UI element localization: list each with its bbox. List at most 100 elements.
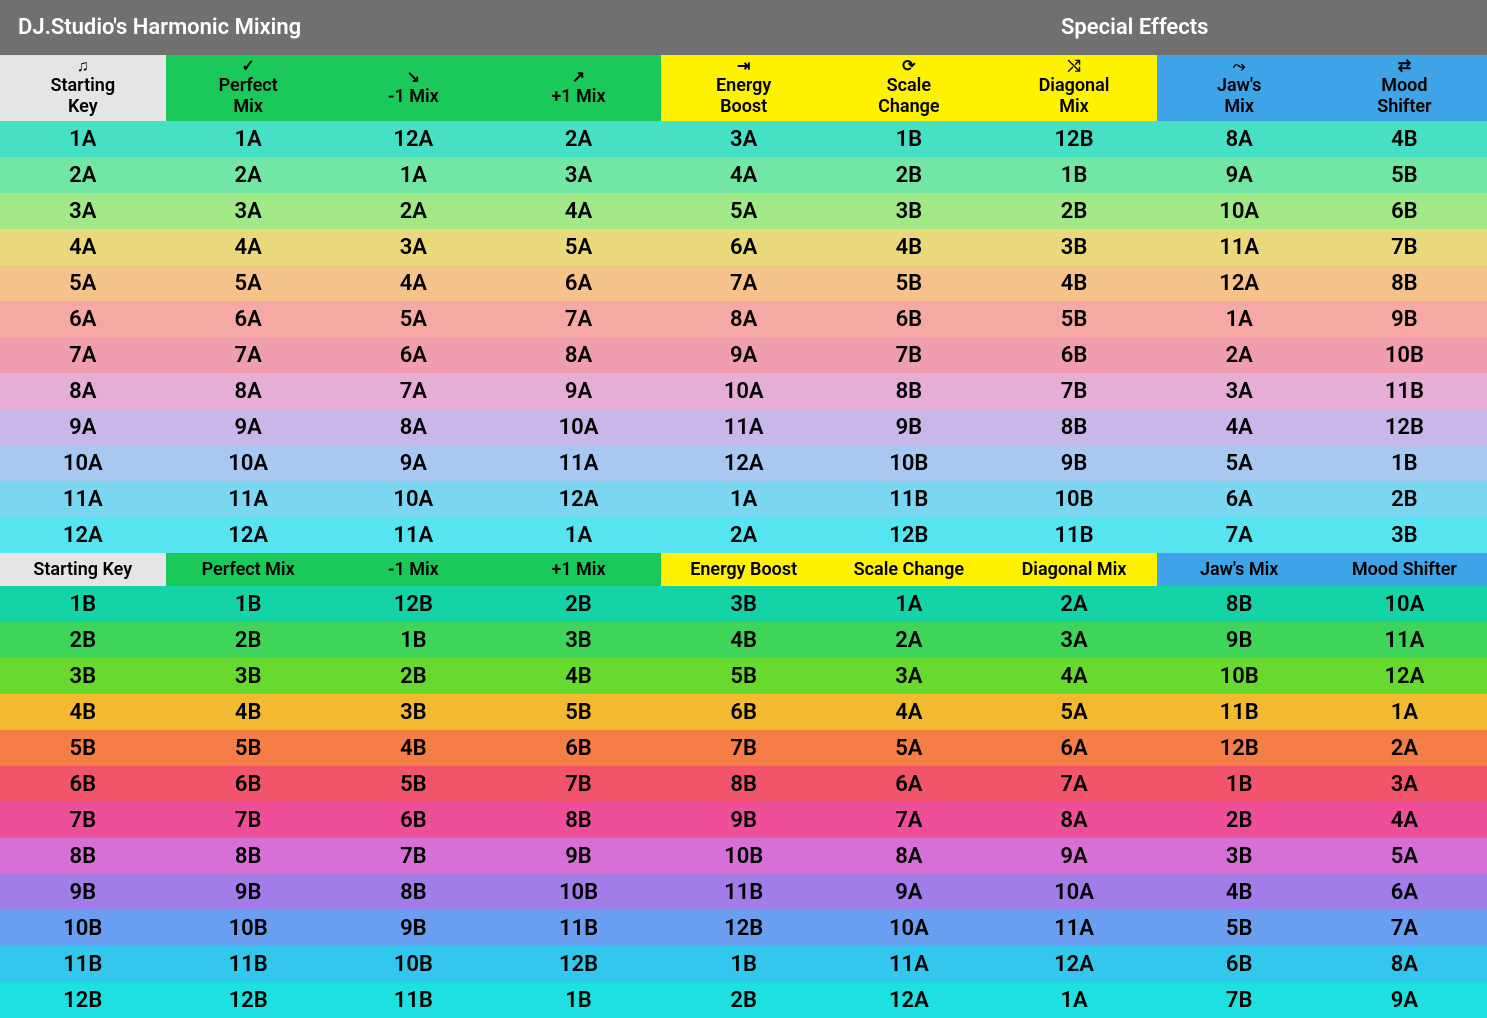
cell: 1A [991, 982, 1156, 1018]
title-bar: DJ.Studio's Harmonic Mixing Special Effe… [0, 0, 1487, 55]
cell: 4A [1157, 409, 1322, 445]
cell: 8B [1322, 265, 1487, 301]
cell: 4B [166, 694, 331, 730]
cell: 4B [331, 730, 496, 766]
column-header: ✓Perfect Mix [166, 55, 331, 121]
cell: 6B [166, 766, 331, 802]
cell: 7A [166, 337, 331, 373]
cell: 9A [1322, 982, 1487, 1018]
cell: 5B [0, 730, 166, 766]
cell: 7A [991, 766, 1156, 802]
column-icon: ⤭ [1068, 58, 1081, 74]
cell: 11A [826, 946, 991, 982]
cell: 10B [331, 946, 496, 982]
cell: 9B [331, 910, 496, 946]
cell: 1B [496, 982, 661, 1018]
cell: 5B [1157, 910, 1322, 946]
cell: 3B [661, 586, 826, 622]
cell: 1A [1322, 694, 1487, 730]
cell: 9B [826, 409, 991, 445]
cell: 8A [1322, 946, 1487, 982]
cell: 2A [1322, 730, 1487, 766]
table-row: 3A3A2A4A5A3B2B10A6B [0, 193, 1487, 229]
cell: 4A [166, 229, 331, 265]
cell: 10B [826, 445, 991, 481]
cell: 10A [826, 910, 991, 946]
cell: 5A [661, 193, 826, 229]
cell: 6A [496, 265, 661, 301]
cell: 4B [826, 229, 991, 265]
cell: 2B [1322, 481, 1487, 517]
table-row: 10B10B9B11B12B10A11A5B7A [0, 910, 1487, 946]
column-header: ⇄Mood Shifter [1322, 55, 1487, 121]
cell: 8A [661, 301, 826, 337]
table-row: 1A1A12A2A3A1B12B8A4B [0, 121, 1487, 157]
cell: 8A [331, 409, 496, 445]
cell: 1B [661, 946, 826, 982]
cell: 8B [661, 766, 826, 802]
column-label: Energy Boost [716, 76, 771, 117]
cell: 1B [991, 157, 1156, 193]
cell: 1A [496, 517, 661, 553]
cell: 7B [0, 802, 166, 838]
cell: 4A [331, 265, 496, 301]
cell: 4B [661, 622, 826, 658]
cell: 4B [496, 658, 661, 694]
cell: 12B [331, 586, 496, 622]
table-row: 2B2B1B3B4B2A3A9B11A [0, 622, 1487, 658]
cell: 4A [826, 694, 991, 730]
cell: 2A [0, 157, 166, 193]
cell: 2A [991, 586, 1156, 622]
cell: 10A [1157, 193, 1322, 229]
cell: 1A [826, 586, 991, 622]
cell: 9B [991, 445, 1156, 481]
cell: 5A [0, 265, 166, 301]
cell: 9A [496, 373, 661, 409]
cell: 3B [166, 658, 331, 694]
cell: 10B [1322, 337, 1487, 373]
cell: 9A [1157, 157, 1322, 193]
cell: 5B [496, 694, 661, 730]
column-icon: ↗ [572, 69, 585, 85]
column-subheader: -1 Mix [331, 553, 496, 586]
special-effects-title: Special Effects [1047, 15, 1487, 40]
cell: 3A [661, 121, 826, 157]
table-row: 12A12A11A1A2A12B11B7A3B [0, 517, 1487, 553]
cell: 10A [991, 874, 1156, 910]
cell: 4B [991, 265, 1156, 301]
cell: 11A [496, 445, 661, 481]
cell: 9A [826, 874, 991, 910]
table-row: 11B11B10B12B1B11A12A6B8A [0, 946, 1487, 982]
table-row: 10A10A9A11A12A10B9B5A1B [0, 445, 1487, 481]
cell: 6A [166, 301, 331, 337]
column-label: Perfect Mix [219, 76, 278, 117]
cell: 6A [991, 730, 1156, 766]
cell: 2B [331, 658, 496, 694]
cell: 11A [1157, 229, 1322, 265]
cell: 3A [826, 658, 991, 694]
cell: 8B [331, 874, 496, 910]
cell: 11B [496, 910, 661, 946]
column-header: ↘-1 Mix [331, 55, 496, 121]
table-row: 9A9A8A10A11A9B8B4A12B [0, 409, 1487, 445]
cell: 5A [496, 229, 661, 265]
cell: 10B [0, 910, 166, 946]
cell: 10B [166, 910, 331, 946]
cell: 7A [1157, 517, 1322, 553]
cell: 8A [0, 373, 166, 409]
cell: 6B [661, 694, 826, 730]
column-header: ⇥Energy Boost [661, 55, 826, 121]
cell: 7B [1322, 229, 1487, 265]
cell: 6B [496, 730, 661, 766]
column-header: ⟳Scale Change [826, 55, 991, 121]
cell: 3A [0, 193, 166, 229]
cell: 7A [1322, 910, 1487, 946]
cell: 1A [166, 121, 331, 157]
table-row: 3B3B2B4B5B3A4A10B12A [0, 658, 1487, 694]
cell: 2B [496, 586, 661, 622]
cell: 1B [331, 622, 496, 658]
cell: 10A [331, 481, 496, 517]
cell: 12B [661, 910, 826, 946]
cell: 2A [496, 121, 661, 157]
cell: 2B [1157, 802, 1322, 838]
